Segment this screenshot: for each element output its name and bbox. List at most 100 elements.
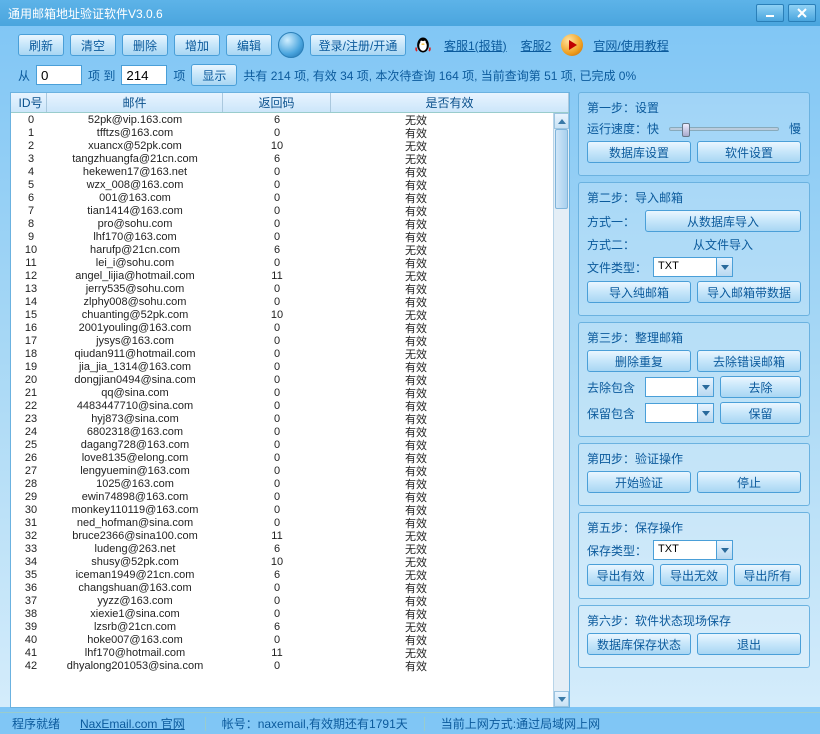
play-icon[interactable] — [561, 34, 583, 56]
cell-mail: angel_lijia@hotmail.com — [47, 270, 223, 282]
filetype-combo[interactable]: TXT — [653, 257, 733, 277]
to-input[interactable] — [121, 65, 167, 85]
cell-id: 42 — [11, 660, 47, 672]
export-all-button[interactable]: 导出所有 — [734, 564, 801, 586]
cell-id: 32 — [11, 530, 47, 542]
login-button[interactable]: 登录/注册/开通 — [310, 34, 406, 56]
remove-button[interactable]: 去除 — [720, 376, 801, 398]
close-button[interactable] — [788, 4, 816, 22]
chevron-down-icon[interactable] — [716, 541, 732, 559]
db-settings-button[interactable]: 数据库设置 — [587, 141, 691, 163]
cell-mail: lhf170@hotmail.com — [47, 647, 223, 659]
step6-title: 第六步：软件状态现场保存 — [587, 612, 801, 629]
cell-code: 0 — [223, 608, 331, 620]
cell-id: 35 — [11, 569, 47, 581]
cell-mail: qiudan911@hotmail.com — [47, 348, 223, 360]
cell-id: 33 — [11, 543, 47, 555]
cell-code: 0 — [223, 400, 331, 412]
chevron-down-icon[interactable] — [697, 404, 713, 422]
import-db-button[interactable]: 从数据库导入 — [645, 210, 801, 232]
tutorial-link[interactable]: 官网/使用教程 — [593, 37, 668, 54]
cell-id: 20 — [11, 374, 47, 386]
col-code[interactable]: 返回码 — [223, 93, 331, 112]
save-state-button[interactable]: 数据库保存状态 — [587, 633, 691, 655]
step2-group: 第二步：导入邮箱 方式一： 从数据库导入 方式二： 从文件导入 文件类型： TX… — [578, 182, 810, 316]
table-row[interactable]: 42dhyalong201053@sina.com0有效 — [11, 659, 569, 672]
cell-code: 0 — [223, 426, 331, 438]
savetype-combo[interactable]: TXT — [653, 540, 733, 560]
exclude-combo[interactable] — [645, 377, 714, 397]
col-mail[interactable]: 邮件 — [47, 93, 223, 112]
cell-id: 15 — [11, 309, 47, 321]
import-pure-button[interactable]: 导入纯邮箱 — [587, 281, 691, 303]
qq-icon[interactable] — [412, 34, 434, 56]
cell-code: 0 — [223, 179, 331, 191]
to-label: 项 到 — [88, 67, 115, 84]
speed-slider[interactable] — [669, 127, 779, 131]
cell-mail: monkey110119@163.com — [47, 504, 223, 516]
cell-mail: shusy@52pk.com — [47, 556, 223, 568]
cell-code: 11 — [223, 647, 331, 659]
sw-settings-button[interactable]: 软件设置 — [697, 141, 801, 163]
cell-id: 39 — [11, 621, 47, 633]
cell-mail: xuancx@52pk.com — [47, 140, 223, 152]
refresh-button[interactable]: 刷新 — [18, 34, 64, 56]
col-valid[interactable]: 是否有效 — [331, 93, 569, 112]
import-file-label: 从文件导入 — [645, 236, 801, 253]
globe-icon[interactable] — [278, 32, 304, 58]
cell-mail: jia_jia_1314@163.com — [47, 361, 223, 373]
stop-button[interactable]: 停止 — [697, 471, 801, 493]
col-id[interactable]: ID号 — [11, 93, 47, 112]
export-valid-button[interactable]: 导出有效 — [587, 564, 654, 586]
chevron-down-icon[interactable] — [697, 378, 713, 396]
keep-button[interactable]: 保留 — [720, 402, 801, 424]
scroll-down-button[interactable] — [554, 691, 569, 707]
include-combo[interactable] — [645, 403, 714, 423]
vertical-scrollbar[interactable] — [553, 113, 569, 707]
include-label: 保留包含 — [587, 405, 639, 422]
cell-code: 0 — [223, 166, 331, 178]
edit-button[interactable]: 编辑 — [226, 34, 272, 56]
cell-id: 18 — [11, 348, 47, 360]
cell-code: 0 — [223, 465, 331, 477]
exclude-label: 去除包含 — [587, 379, 639, 396]
cell-mail: bruce2366@sina100.com — [47, 530, 223, 542]
method2-label: 方式二： — [587, 236, 639, 253]
show-button[interactable]: 显示 — [191, 64, 237, 86]
status-site[interactable]: NaxEmail.com 官网 — [80, 715, 185, 732]
cell-id: 9 — [11, 231, 47, 243]
cs2-link[interactable]: 客服2 — [521, 37, 552, 54]
from-input[interactable] — [36, 65, 82, 85]
scroll-up-button[interactable] — [554, 113, 569, 129]
scroll-thumb[interactable] — [555, 129, 568, 209]
cell-id: 23 — [11, 413, 47, 425]
method1-label: 方式一： — [587, 213, 639, 230]
slider-thumb[interactable] — [682, 123, 690, 137]
cell-valid: 有效 — [331, 658, 501, 674]
status-account: 帐号：naxemail,有效期还有1791天 — [222, 715, 408, 732]
cell-code: 0 — [223, 439, 331, 451]
cell-code: 0 — [223, 257, 331, 269]
chevron-down-icon[interactable] — [716, 258, 732, 276]
exit-button[interactable]: 退出 — [697, 633, 801, 655]
cell-mail: qq@sina.com — [47, 387, 223, 399]
cell-id: 8 — [11, 218, 47, 230]
step4-title: 第四步：验证操作 — [587, 450, 801, 467]
minimize-button[interactable] — [756, 4, 784, 22]
cell-mail: iceman1949@21cn.com — [47, 569, 223, 581]
removebad-button[interactable]: 去除错误邮箱 — [697, 350, 801, 372]
cell-mail: hekewen17@163.net — [47, 166, 223, 178]
clear-button[interactable]: 清空 — [70, 34, 116, 56]
cell-id: 17 — [11, 335, 47, 347]
cell-id: 28 — [11, 478, 47, 490]
cell-mail: jysys@163.com — [47, 335, 223, 347]
add-button[interactable]: 增加 — [174, 34, 220, 56]
cs1-link[interactable]: 客服1(报错) — [444, 37, 507, 54]
import-data-button[interactable]: 导入邮箱带数据 — [697, 281, 801, 303]
start-verify-button[interactable]: 开始验证 — [587, 471, 691, 493]
export-invalid-button[interactable]: 导出无效 — [660, 564, 727, 586]
delete-button[interactable]: 删除 — [122, 34, 168, 56]
cell-code: 10 — [223, 556, 331, 568]
cell-code: 0 — [223, 452, 331, 464]
dedup-button[interactable]: 删除重复 — [587, 350, 691, 372]
